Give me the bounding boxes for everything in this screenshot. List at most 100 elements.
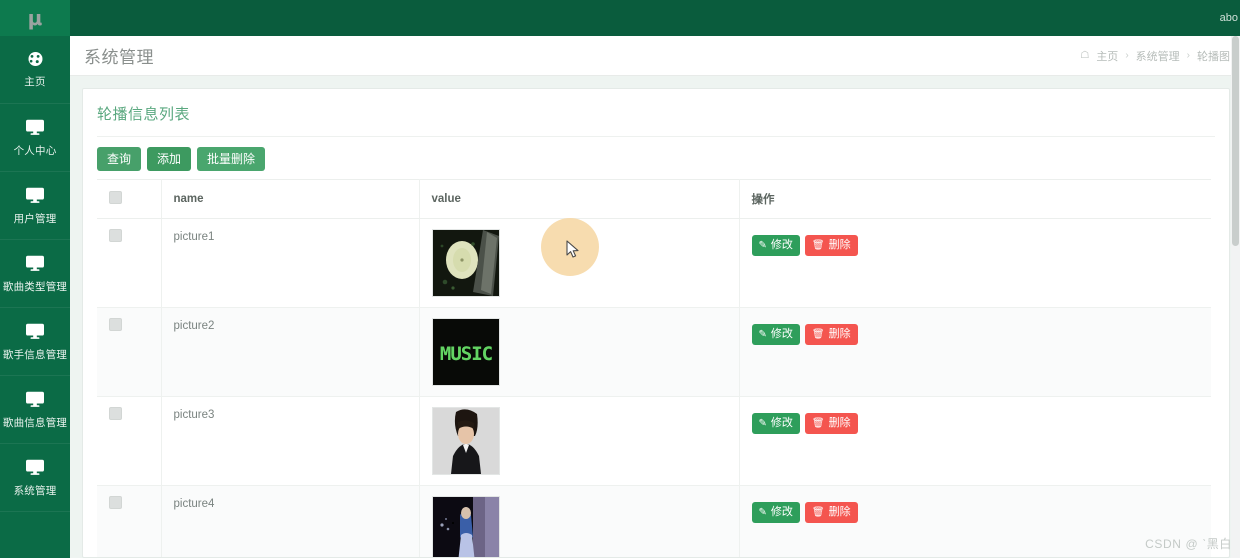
row-actions-cell: ✎ 修改 🗑 删除 <box>739 307 1212 397</box>
sidebar-item-label: 歌曲信息管理 <box>2 417 68 429</box>
table-row: picture1 ✎ 修改 🗑 删除 <box>97 218 1212 308</box>
batch-delete-button[interactable]: 批量删除 <box>197 147 266 171</box>
home-icon: ☖ <box>1080 50 1090 61</box>
breadcrumb-separator: › <box>1186 50 1190 61</box>
scrollbar-thumb[interactable] <box>1232 36 1239 246</box>
sidebar-item-label: 歌曲类型管理 <box>2 281 68 293</box>
table-row: picture3 ✎ 修改 🗑 删除 <box>97 396 1212 486</box>
column-header-actions: 操作 <box>739 179 1211 219</box>
delete-button-label: 删除 <box>828 328 851 340</box>
topbar: abo <box>70 0 1240 36</box>
row-actions-cell: ✎ 修改 🗑 删除 <box>739 218 1212 308</box>
checkbox-icon[interactable] <box>109 496 122 509</box>
sidebar-item-singer-info-management[interactable]: 歌手信息管理 <box>0 308 70 376</box>
delete-button-label: 删除 <box>828 239 851 251</box>
delete-button[interactable]: 🗑 删除 <box>804 413 858 434</box>
row-name-text: picture1 <box>173 231 215 243</box>
column-header-value: value <box>419 179 740 219</box>
sidebar-item-song-info-management[interactable]: 歌曲信息管理 <box>0 376 70 444</box>
delete-button[interactable]: 🗑 删除 <box>804 502 858 523</box>
logo-mu-icon: μ <box>27 6 43 30</box>
row-actions-cell: ✎ 修改 🗑 删除 <box>739 485 1212 557</box>
edit-square-icon: ✎ <box>758 328 767 340</box>
breadcrumb-item-carousel: 轮播图 <box>1197 50 1230 63</box>
query-button[interactable]: 查询 <box>97 147 142 171</box>
sidebar-item-label: 歌手信息管理 <box>2 349 68 361</box>
sidebar-item-song-type-management[interactable]: 歌曲类型管理 <box>0 240 70 308</box>
svg-text:MUSIC: MUSIC <box>439 343 492 365</box>
checkbox-icon[interactable] <box>109 407 122 420</box>
edit-button-label: 修改 <box>770 417 793 429</box>
add-button[interactable]: 添加 <box>147 147 192 171</box>
delete-button[interactable]: 🗑 删除 <box>804 324 858 345</box>
edit-square-icon: ✎ <box>758 239 767 251</box>
music-neon-text-thumbnail[interactable]: MUSIC MUSIC <box>431 318 500 386</box>
row-actions-cell: ✎ 修改 🗑 删除 <box>739 396 1212 486</box>
row-action-buttons: ✎ 修改 🗑 删除 <box>751 318 1212 345</box>
trash-icon: 🗑 <box>811 417 825 429</box>
delete-button-label: 删除 <box>828 506 851 518</box>
table-row: picture4 ✎ 修改 🗑 删除 <box>97 485 1212 557</box>
checkbox-icon[interactable] <box>109 318 122 331</box>
sidebar-item-home[interactable]: 主页 <box>0 36 70 104</box>
trash-icon: 🗑 <box>811 328 825 340</box>
app-root: μ 主页 个人中心 用户管理 歌曲类型管理 歌手信息管理 歌曲信息管理 系统管理… <box>0 0 1240 558</box>
table-header-row: name value 操作 <box>97 179 1211 219</box>
trash-icon: 🗑 <box>811 506 825 518</box>
breadcrumb-item-system[interactable]: 系统管理 <box>1136 48 1180 64</box>
row-value-cell <box>419 218 740 308</box>
topbar-user-label[interactable]: abo <box>1220 12 1240 24</box>
monitor-icon <box>24 118 46 141</box>
edit-button[interactable]: ✎ 修改 <box>751 324 800 345</box>
delete-button[interactable]: 🗑 删除 <box>804 235 858 256</box>
table-header: name value 操作 <box>97 179 1211 219</box>
content-area: 轮播信息列表 查询 添加 批量删除 name value 操作 picture1… <box>70 76 1240 558</box>
carousel-table: name value 操作 picture1 ✎ 修改 🗑 删除 picture… <box>97 179 1212 557</box>
row-action-buttons: ✎ 修改 🗑 删除 <box>751 229 1212 256</box>
row-select-cell <box>97 307 162 397</box>
row-name-cell: picture1 <box>161 218 420 308</box>
app-logo[interactable]: μ <box>0 0 70 36</box>
edit-button-label: 修改 <box>770 239 793 251</box>
sidebar-item-label: 系统管理 <box>13 485 57 497</box>
edit-button[interactable]: ✎ 修改 <box>751 413 800 434</box>
row-name-text: picture3 <box>173 409 215 421</box>
column-header-name: name <box>161 179 420 219</box>
edit-button[interactable]: ✎ 修改 <box>751 235 800 256</box>
sidebar-item-label: 个人中心 <box>13 145 57 157</box>
edit-button-label: 修改 <box>770 506 793 518</box>
row-name-text: picture2 <box>173 320 215 332</box>
edit-button-label: 修改 <box>770 328 793 340</box>
row-name-cell: picture4 <box>161 485 420 557</box>
sidebar: μ 主页 个人中心 用户管理 歌曲类型管理 歌手信息管理 歌曲信息管理 系统管理 <box>0 0 70 558</box>
row-select-cell <box>97 396 162 486</box>
page-title: 系统管理 <box>84 48 154 67</box>
trash-icon: 🗑 <box>811 239 825 251</box>
sidebar-item-system-management[interactable]: 系统管理 <box>0 444 70 512</box>
monitor-icon <box>24 458 46 481</box>
checkbox-icon[interactable] <box>109 229 122 242</box>
select-all-header <box>97 179 162 219</box>
breadcrumb-item-home[interactable]: 主页 <box>1096 48 1118 64</box>
vinyl-record-thumbnail[interactable] <box>431 229 500 297</box>
watermark-text: CSDN @ ˋ黑白 <box>1145 537 1232 551</box>
carousel-list-panel: 轮播信息列表 查询 添加 批量删除 name value 操作 picture1… <box>82 88 1230 558</box>
monitor-icon <box>24 390 46 413</box>
sidebar-item-user-management[interactable]: 用户管理 <box>0 172 70 240</box>
edit-square-icon: ✎ <box>758 417 767 429</box>
sidebar-item-personal-center[interactable]: 个人中心 <box>0 104 70 172</box>
row-action-buttons: ✎ 修改 🗑 删除 <box>751 496 1212 523</box>
table-body: picture1 ✎ 修改 🗑 删除 picture2 MUSIC MUSIC … <box>97 218 1212 557</box>
delete-button-label: 删除 <box>828 417 851 429</box>
breadcrumb-separator: › <box>1125 50 1129 61</box>
concert-stage-thumbnail[interactable] <box>431 496 500 557</box>
portrait-person-thumbnail[interactable] <box>431 407 500 475</box>
row-value-cell: MUSIC MUSIC <box>419 307 740 397</box>
checkbox-icon[interactable] <box>109 191 122 204</box>
row-action-buttons: ✎ 修改 🗑 删除 <box>751 407 1212 434</box>
row-name-cell: picture3 <box>161 396 420 486</box>
breadcrumb: ☖ 主页 › 系统管理 › 轮播图 <box>1080 48 1230 64</box>
edit-button[interactable]: ✎ 修改 <box>751 502 800 523</box>
row-select-cell <box>97 485 162 557</box>
page-scrollbar[interactable] <box>1231 36 1240 558</box>
